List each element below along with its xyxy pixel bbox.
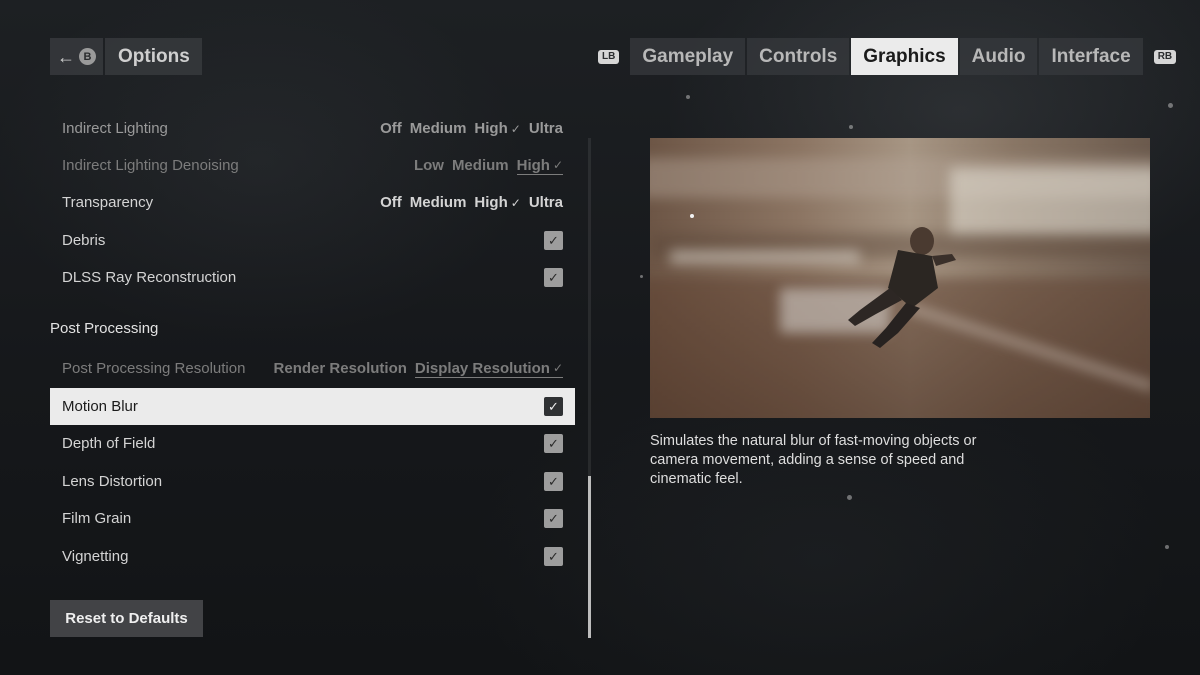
- option-off[interactable]: Off: [380, 194, 402, 211]
- setting-indirect-lighting[interactable]: Indirect Lighting Off Medium High ✓ Ultra: [50, 110, 575, 147]
- setting-description: Simulates the natural blur of fast-movin…: [650, 433, 977, 487]
- tab-audio[interactable]: Audio: [959, 38, 1038, 75]
- checkmark-icon: ✓: [548, 474, 559, 489]
- settings-list: Indirect Lighting Off Medium High ✓ Ultra…: [50, 110, 575, 590]
- checkmark-icon: ✓: [510, 121, 521, 136]
- dust-speck: [1168, 103, 1173, 108]
- option-label: High: [516, 156, 550, 174]
- dust-speck: [640, 275, 643, 278]
- motion-blur-checkbox[interactable]: ✓: [544, 397, 563, 416]
- page-title: Options: [105, 38, 202, 75]
- setting-label: Post Processing Resolution: [62, 360, 246, 377]
- setting-indirect-lighting-denoising[interactable]: Indirect Lighting Denoising Low Medium H…: [50, 147, 575, 184]
- dust-speck: [847, 495, 852, 500]
- lens-distortion-checkbox[interactable]: ✓: [544, 472, 563, 491]
- depth-of-field-checkbox[interactable]: ✓: [544, 434, 563, 453]
- setting-label: Debris: [62, 232, 106, 249]
- setting-label: Vignetting: [62, 548, 129, 565]
- setting-label: DLSS Ray Reconstruction: [62, 269, 237, 286]
- checkmark-icon: ✓: [548, 399, 559, 414]
- option-medium[interactable]: Medium: [410, 120, 467, 137]
- checkmark-icon: ✓: [548, 270, 559, 285]
- option-high[interactable]: High ✓: [474, 120, 520, 137]
- option-low[interactable]: Low: [414, 157, 444, 175]
- film-grain-checkbox[interactable]: ✓: [544, 509, 563, 528]
- option-medium[interactable]: Medium: [452, 157, 509, 175]
- reset-to-defaults-button[interactable]: Reset to Defaults: [50, 600, 203, 637]
- option-high[interactable]: High ✓: [474, 194, 520, 211]
- checkmark-icon: ✓: [548, 511, 559, 526]
- setting-label: Indirect Lighting: [62, 120, 168, 137]
- option-label: Display Resolution: [414, 359, 550, 377]
- rb-bumper-icon[interactable]: RB: [1153, 49, 1177, 64]
- option-off[interactable]: Off: [380, 120, 402, 137]
- option-label: High: [474, 120, 508, 137]
- option-ultra[interactable]: Ultra: [529, 194, 563, 211]
- option-medium[interactable]: Medium: [410, 194, 467, 211]
- dust-speck: [849, 125, 853, 129]
- checkmark-icon: ✓: [552, 158, 563, 172]
- back-button[interactable]: ← B: [50, 38, 103, 75]
- setting-vignetting[interactable]: Vignetting ✓: [50, 538, 575, 575]
- tab-gameplay[interactable]: Gameplay: [630, 38, 746, 75]
- tab-interface[interactable]: Interface: [1039, 38, 1143, 75]
- tab-controls[interactable]: Controls: [747, 38, 850, 75]
- option-selector: Off Medium High ✓ Ultra: [380, 120, 563, 137]
- dust-speck: [686, 95, 690, 99]
- b-button-icon: B: [79, 48, 96, 65]
- setting-post-processing-resolution[interactable]: Post Processing Resolution Render Resolu…: [50, 350, 575, 387]
- tab-graphics[interactable]: Graphics: [851, 38, 958, 75]
- setting-dlss-ray-reconstruction[interactable]: DLSS Ray Reconstruction ✓: [50, 259, 575, 296]
- option-display-resolution[interactable]: Display Resolution ✓: [414, 359, 563, 378]
- preview-image: [650, 138, 1150, 418]
- dlss-ray-reconstruction-checkbox[interactable]: ✓: [544, 268, 563, 287]
- setting-label: Indirect Lighting Denoising: [62, 157, 239, 174]
- arrow-left-icon: ←: [57, 46, 75, 67]
- option-label: High: [474, 194, 508, 211]
- option-selector: Render Resolution Display Resolution ✓: [274, 360, 563, 378]
- tab-bar: LB Gameplay Controls Graphics Audio Inte…: [598, 38, 1177, 75]
- section-header-post-processing: Post Processing: [50, 320, 159, 337]
- runner-figure: [690, 214, 956, 348]
- setting-label: Motion Blur: [62, 398, 138, 415]
- header: ← B Options: [50, 38, 202, 75]
- setting-film-grain[interactable]: Film Grain ✓: [50, 500, 575, 537]
- option-high[interactable]: High ✓: [516, 156, 563, 175]
- setting-label: Film Grain: [62, 510, 132, 527]
- vignetting-checkbox[interactable]: ✓: [544, 547, 563, 566]
- option-render-resolution[interactable]: Render Resolution: [274, 360, 407, 378]
- setting-depth-of-field[interactable]: Depth of Field ✓: [50, 425, 575, 462]
- checkmark-icon: ✓: [552, 361, 563, 375]
- setting-label: Transparency: [62, 194, 154, 211]
- dust-speck: [1165, 545, 1169, 549]
- checkmark-icon: ✓: [548, 436, 559, 451]
- setting-transparency[interactable]: Transparency Off Medium High ✓ Ultra: [50, 184, 575, 221]
- setting-motion-blur[interactable]: Motion Blur ✓: [50, 388, 575, 425]
- setting-lens-distortion[interactable]: Lens Distortion ✓: [50, 463, 575, 500]
- debris-checkbox[interactable]: ✓: [544, 231, 563, 250]
- option-selector: Low Medium High ✓: [414, 157, 563, 175]
- lb-bumper-icon[interactable]: LB: [598, 49, 620, 64]
- option-selector: Off Medium High ✓ Ultra: [380, 194, 563, 211]
- checkmark-icon: ✓: [548, 233, 559, 248]
- checkmark-icon: ✓: [510, 195, 521, 210]
- setting-label: Lens Distortion: [62, 473, 163, 490]
- setting-debris[interactable]: Debris ✓: [50, 222, 575, 259]
- scrollbar-thumb[interactable]: [588, 476, 591, 638]
- option-ultra[interactable]: Ultra: [529, 120, 563, 137]
- setting-label: Depth of Field: [62, 435, 156, 452]
- checkmark-icon: ✓: [548, 549, 559, 564]
